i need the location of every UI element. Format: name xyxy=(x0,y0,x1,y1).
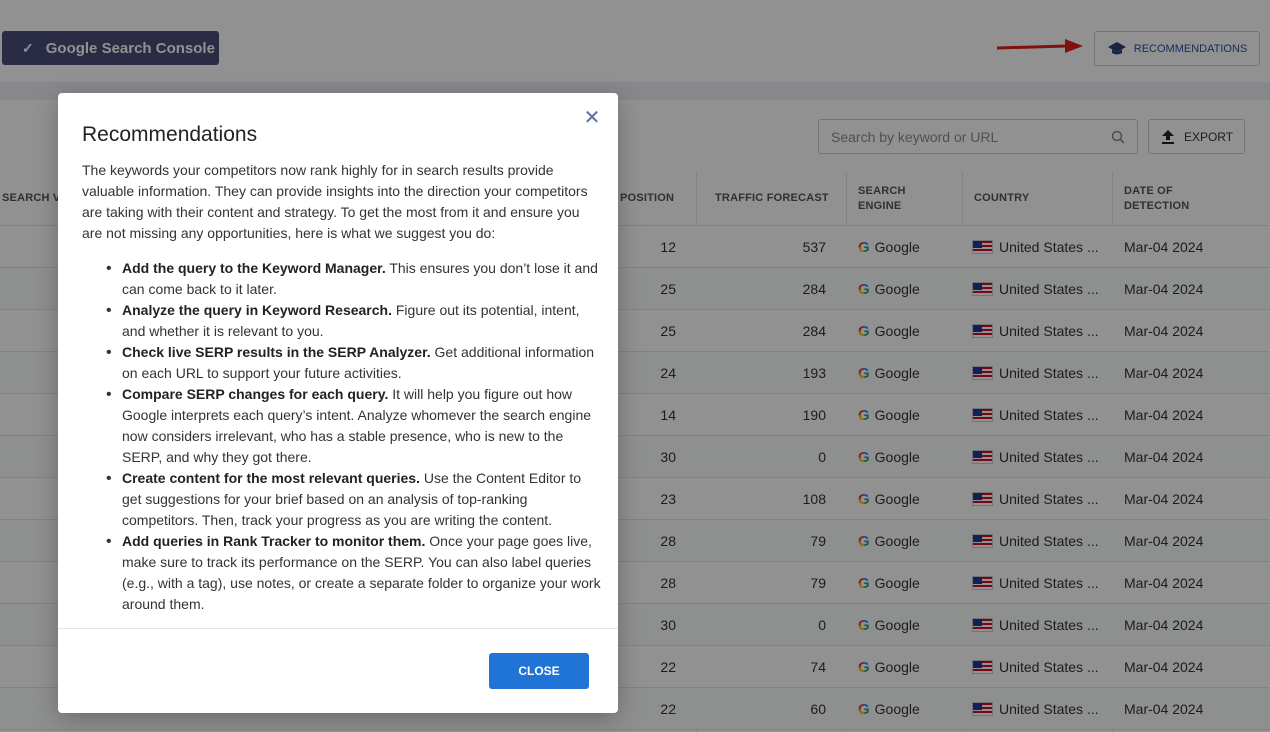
close-icon[interactable]: ✕ xyxy=(582,107,602,129)
modal-intro: The keywords your competitors now rank h… xyxy=(82,162,588,241)
recommendation-title: Add queries in Rank Tracker to monitor t… xyxy=(122,533,426,549)
modal-title: Recommendations xyxy=(82,123,258,146)
recommendation-item: Add queries in Rank Tracker to monitor t… xyxy=(106,531,602,615)
close-button[interactable]: CLOSE xyxy=(489,653,589,689)
recommendation-title: Analyze the query in Keyword Research. xyxy=(122,302,392,318)
recommendation-title: Check live SERP results in the SERP Anal… xyxy=(122,344,431,360)
recommendation-item: Compare SERP changes for each query. It … xyxy=(106,384,602,468)
recommendation-item: Check live SERP results in the SERP Anal… xyxy=(106,342,602,384)
modal-divider xyxy=(58,628,618,629)
modal-body: The keywords your competitors now rank h… xyxy=(82,160,602,615)
recommendations-modal: ✕ Recommendations The keywords your comp… xyxy=(58,93,618,713)
recommendation-item: Create content for the most relevant que… xyxy=(106,468,602,531)
recommendation-item: Analyze the query in Keyword Research. F… xyxy=(106,300,602,342)
recommendation-title: Compare SERP changes for each query. xyxy=(122,386,389,402)
recommendation-title: Create content for the most relevant que… xyxy=(122,470,420,486)
recommendation-title: Add the query to the Keyword Manager. xyxy=(122,260,386,276)
recommendation-item: Add the query to the Keyword Manager. Th… xyxy=(106,258,602,300)
recommendations-list: Add the query to the Keyword Manager. Th… xyxy=(82,258,602,615)
